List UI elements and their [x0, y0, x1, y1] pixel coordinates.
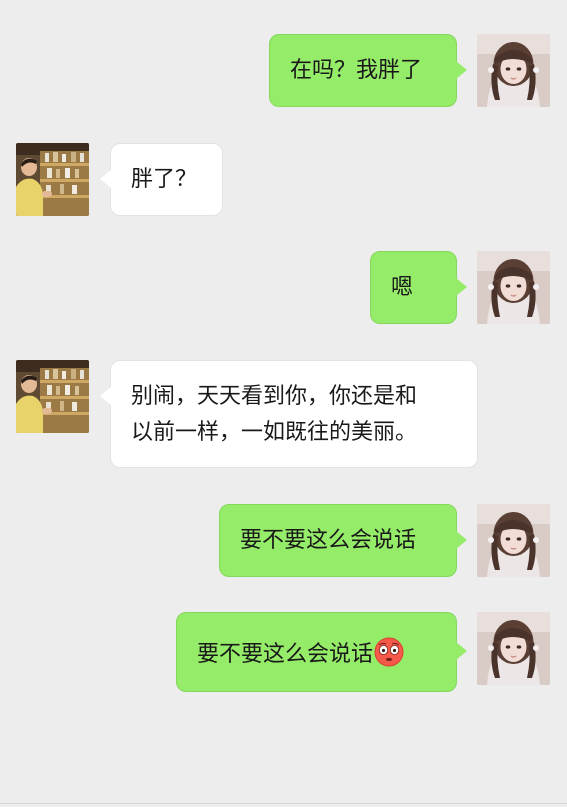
message-text-line: 别闹，天天看到你，你还是和 [131, 384, 418, 409]
message-text: 要不要这么会说话 [240, 528, 417, 553]
my-avatar[interactable] [477, 612, 550, 685]
message-text-line: 以前一样，一如既往的美丽。 [131, 420, 418, 445]
man-avatar-photo [16, 360, 89, 433]
message-text: 要不要这么会说话 [197, 637, 404, 671]
my-avatar[interactable] [477, 251, 550, 324]
flushed-face-emoji [374, 637, 404, 667]
my-message-bubble[interactable]: 要不要这么会说话 [219, 504, 467, 577]
girl-avatar-photo [477, 504, 550, 577]
message-text-content: 要不要这么会说话 [197, 642, 374, 667]
message-text: 在吗？我胖了 [290, 58, 423, 83]
girl-avatar-photo [477, 612, 550, 685]
girl-avatar-photo [477, 251, 550, 324]
message-text: 嗯 [391, 275, 414, 300]
girl-avatar-photo [477, 34, 550, 107]
my-message-bubble[interactable]: 要不要这么会说话 [176, 612, 467, 692]
my-avatar[interactable] [477, 504, 550, 577]
bubble-tail [456, 278, 467, 296]
bubble-tail [456, 531, 467, 549]
their-avatar[interactable] [16, 143, 89, 216]
bubble-tail [100, 387, 111, 405]
my-message-bubble[interactable]: 嗯 [370, 251, 467, 324]
my-avatar[interactable] [477, 34, 550, 107]
bubble-tail [456, 642, 467, 660]
bubble-tail [100, 170, 111, 188]
bubble-tail [456, 61, 467, 79]
my-message-bubble[interactable]: 在吗？我胖了 [269, 34, 467, 107]
their-message-bubble[interactable]: 胖了？ [100, 143, 223, 216]
bottom-divider [0, 803, 567, 804]
message-text: 胖了？ [131, 167, 198, 192]
their-avatar[interactable] [16, 360, 89, 433]
man-avatar-photo [16, 143, 89, 216]
their-message-bubble[interactable]: 别闹，天天看到你，你还是和 以前一样，一如既往的美丽。 [100, 360, 478, 468]
chat-area: 在吗？我胖了 胖了？ 嗯 别闹，天天看到你，你还是和 以前一样，一如既往的美丽。… [0, 0, 567, 807]
